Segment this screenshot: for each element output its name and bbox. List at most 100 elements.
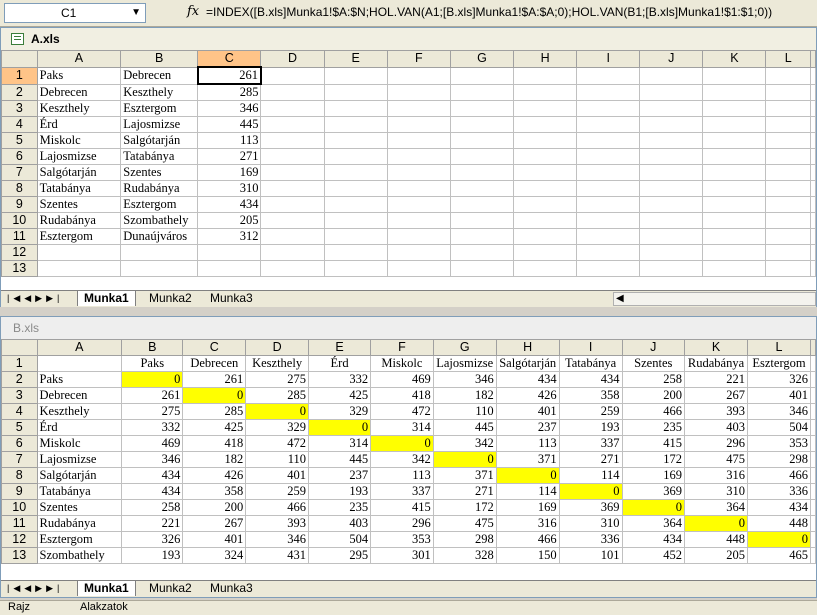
cell[interactable]: 221 [121,515,184,532]
cell[interactable] [576,100,641,117]
cell[interactable] [513,148,578,165]
row-header[interactable]: 5 [1,419,38,436]
cell[interactable] [765,100,811,117]
cell[interactable] [576,148,641,165]
cell[interactable]: Paks [36,371,123,388]
cell[interactable]: 110 [432,403,497,420]
column-header[interactable]: B [121,339,184,356]
cell[interactable]: Tatabánya [36,180,122,197]
cell[interactable] [513,83,578,101]
cell[interactable] [513,164,578,181]
cell[interactable] [639,196,704,213]
cell[interactable] [260,100,325,117]
row-header[interactable]: 9 [1,196,38,213]
cell[interactable] [810,483,816,500]
cell[interactable] [639,66,704,85]
cell[interactable]: 169 [621,467,686,484]
cell[interactable]: 434 [121,483,184,500]
cell[interactable]: Dunaújváros [120,228,199,245]
cell[interactable]: 425 [182,419,247,436]
cell[interactable] [513,244,578,261]
row-header[interactable]: 1 [1,355,38,372]
column-header[interactable]: C [182,339,247,356]
cell[interactable]: 0 [370,435,434,452]
cell[interactable]: 261 [121,387,184,404]
tab-munka1[interactable]: Munka1 [77,291,136,306]
cell[interactable]: 337 [558,435,623,452]
cell[interactable]: 445 [307,451,372,468]
cell[interactable]: 267 [182,515,247,532]
cell[interactable] [810,387,816,404]
cell[interactable] [386,260,451,277]
cell[interactable]: Keszthely [245,355,309,372]
cell[interactable] [36,355,123,372]
cell[interactable]: 346 [245,531,309,548]
cell[interactable] [639,212,704,229]
column-header[interactable]: K [702,50,767,68]
cell[interactable]: 418 [182,435,247,452]
cell[interactable] [810,515,816,532]
cell[interactable]: 475 [684,451,748,468]
cell[interactable] [576,66,641,85]
cell[interactable]: 172 [432,499,497,516]
cell[interactable]: Érd [36,419,123,436]
cell[interactable]: 401 [495,403,560,420]
tab-munka3[interactable]: Munka3 [204,291,259,306]
cell[interactable] [576,180,641,197]
cell[interactable] [765,148,811,165]
cell[interactable]: 205 [197,212,262,229]
cell[interactable]: 346 [432,371,497,388]
cell[interactable] [513,116,578,133]
column-header[interactable]: H [513,50,578,68]
cell[interactable] [639,116,704,133]
cell[interactable]: Debrecen [120,66,199,85]
cell[interactable]: 426 [182,467,247,484]
cell[interactable] [36,244,122,261]
column-header[interactable]: C [197,50,262,68]
cell[interactable] [513,228,578,245]
cell[interactable]: 371 [495,451,560,468]
cell[interactable]: 271 [432,483,497,500]
cell[interactable]: 329 [307,403,372,420]
cell[interactable] [260,260,325,277]
cell[interactable]: Szombathely [36,547,123,564]
cell[interactable]: Tatabánya [558,355,623,372]
cell[interactable] [323,132,388,149]
cell[interactable]: 261 [182,371,247,388]
cell[interactable] [513,212,578,229]
row-header[interactable]: 6 [1,435,38,452]
cell[interactable]: Salgótarján [120,132,199,149]
cell[interactable]: Szentes [621,355,686,372]
cell[interactable] [386,212,451,229]
cell[interactable]: 358 [558,387,623,404]
cell[interactable] [576,132,641,149]
cell[interactable] [449,100,515,117]
cell[interactable] [260,212,325,229]
cell[interactable]: Paks [121,355,184,372]
cell[interactable] [810,403,816,420]
column-header[interactable]: D [260,50,325,68]
cell[interactable] [702,132,767,149]
cell[interactable] [639,228,704,245]
cell[interactable] [449,196,515,213]
cell[interactable] [513,66,578,85]
cell[interactable]: Paks [36,66,122,85]
cell[interactable]: 169 [197,164,262,181]
cell[interactable]: 296 [684,435,748,452]
row-header[interactable]: 12 [1,244,38,261]
cell[interactable] [765,164,811,181]
cell[interactable] [323,244,388,261]
cell[interactable]: 271 [558,451,623,468]
cell[interactable] [386,100,451,117]
cell[interactable]: 434 [558,371,623,388]
cell[interactable]: 310 [684,483,748,500]
cell[interactable]: 475 [432,515,497,532]
cell[interactable] [386,228,451,245]
cell[interactable] [449,228,515,245]
sheet-nav-arrows[interactable]: |◀◀▶▶| [7,293,63,304]
cell[interactable]: 445 [197,116,262,133]
cell[interactable]: Miskolc [36,132,122,149]
cell[interactable] [260,66,325,85]
cell[interactable]: 504 [747,419,811,436]
cell[interactable]: Keszthely [36,403,123,420]
